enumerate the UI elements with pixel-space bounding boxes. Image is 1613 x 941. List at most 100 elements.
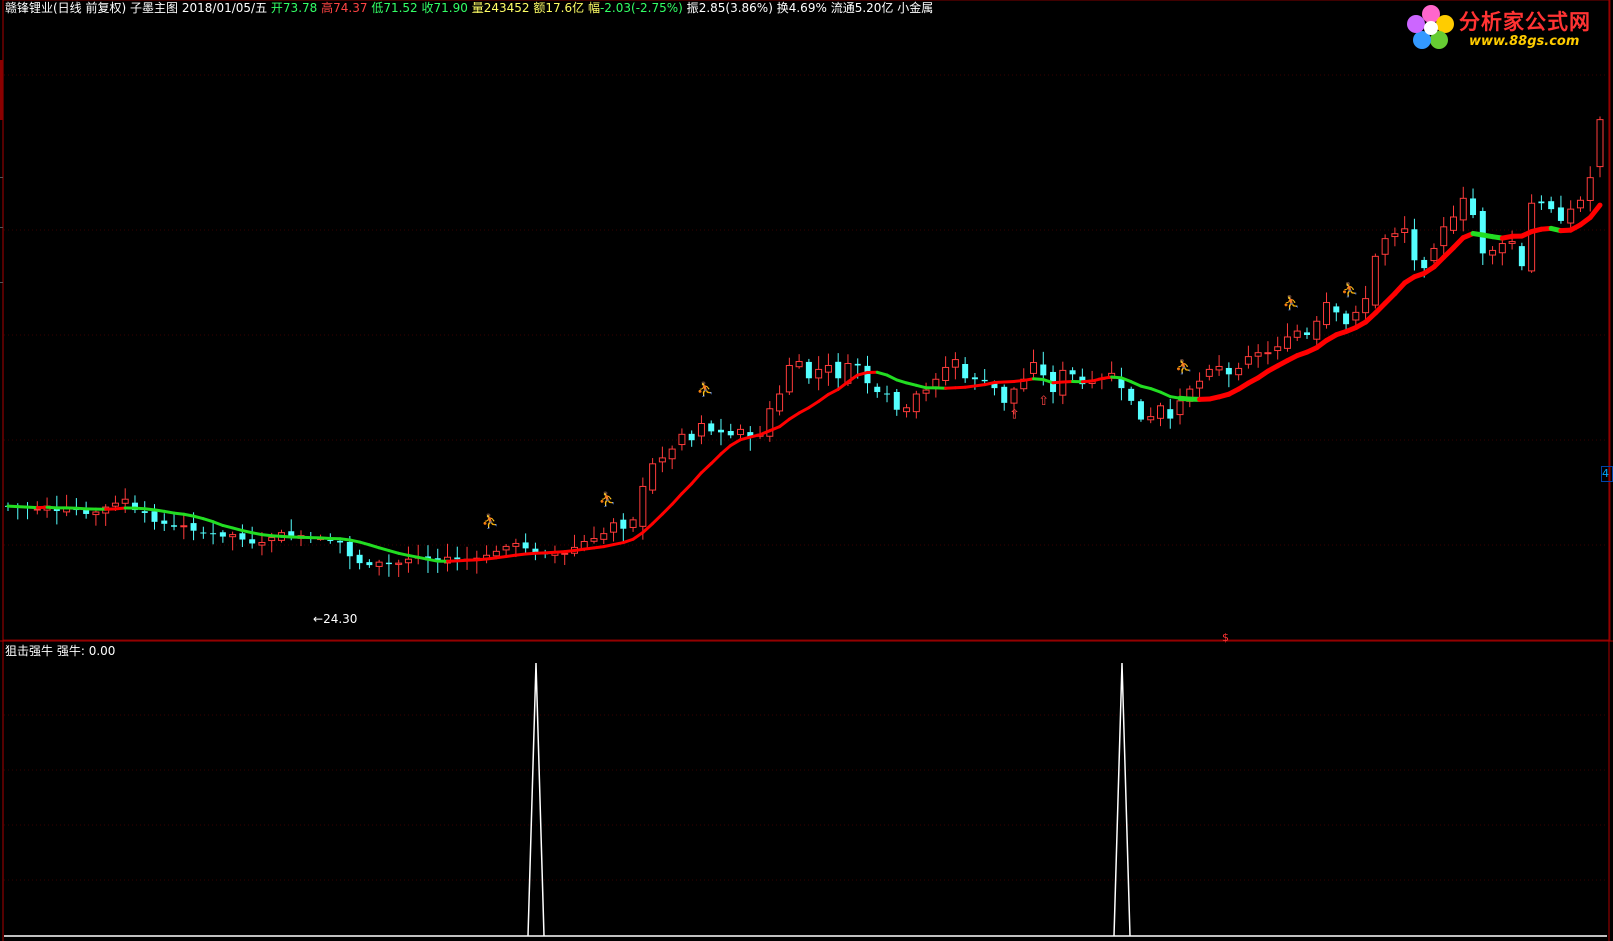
candle-body — [1557, 207, 1564, 221]
axis-tick — [0, 177, 3, 178]
candle-body — [776, 393, 784, 412]
candle-body — [1586, 177, 1594, 201]
candle-body — [1421, 259, 1428, 269]
trend-line-segment — [660, 502, 674, 516]
candle-body — [942, 366, 950, 381]
candle-body — [1069, 370, 1076, 375]
high-value: 74.37 — [333, 1, 368, 15]
candle-body — [1196, 380, 1204, 389]
float-label: 流通 — [830, 1, 855, 15]
candle-body — [454, 557, 461, 560]
trend-line-segment — [201, 517, 215, 524]
buy-arrow-icon: ⇧ — [1038, 394, 1049, 409]
candle-body — [1323, 302, 1331, 326]
trend-line-segment — [739, 435, 752, 442]
candle-body — [805, 361, 812, 379]
candle-body — [590, 538, 598, 542]
trend-line-segment — [807, 399, 821, 410]
candle-body — [1167, 409, 1174, 419]
trend-line-segment — [719, 443, 733, 456]
candle-body — [258, 541, 266, 546]
candle-body — [1156, 405, 1164, 419]
candle-body — [1567, 208, 1575, 224]
candle-body — [1040, 364, 1047, 376]
candle-body — [249, 539, 256, 544]
close-label: 收 — [421, 1, 434, 15]
candle-body — [1001, 386, 1008, 403]
candle-body — [1401, 228, 1409, 234]
candle-body — [1576, 199, 1584, 209]
candle-body — [1528, 202, 1536, 272]
candle-body — [522, 542, 529, 549]
candle-body — [375, 561, 383, 567]
trend-line-segment — [651, 512, 664, 526]
main-chart-name: 子墨主图 — [130, 1, 179, 15]
trend-line-segment — [709, 452, 723, 466]
trend-line-segment — [836, 380, 850, 391]
candle-body — [33, 508, 41, 511]
candle-body — [903, 407, 911, 413]
trend-line-segment — [826, 387, 840, 396]
candle-body — [239, 533, 246, 540]
low-price-marker: ←24.30 — [313, 612, 357, 626]
sector-label: 小金属 — [897, 1, 934, 15]
low-value: 71.52 — [383, 1, 418, 15]
candle-body — [629, 519, 637, 528]
trend-line-segment — [680, 482, 694, 496]
candle-body — [1518, 246, 1525, 267]
candle-body — [121, 498, 129, 504]
candle-body — [356, 554, 363, 564]
trend-line-segment — [778, 417, 791, 429]
candle-body — [1470, 198, 1477, 216]
candle-body — [151, 511, 158, 522]
candle-body — [815, 368, 823, 379]
candle-body — [824, 364, 832, 373]
candle-body — [1440, 226, 1448, 247]
candle-body — [1235, 367, 1243, 376]
candle-body — [893, 391, 900, 410]
candle-body — [639, 485, 647, 527]
candle-body — [111, 502, 119, 507]
candle-body — [610, 522, 618, 533]
candle-body — [395, 562, 403, 565]
runner-signal-icon: ⛹ — [696, 380, 713, 398]
candle-body — [981, 379, 988, 382]
trend-line-segment — [1158, 390, 1172, 399]
high-label: 高 — [321, 1, 334, 15]
candle-body — [1352, 311, 1360, 321]
candle-body — [912, 393, 920, 413]
candle-body — [717, 429, 724, 433]
candle-body — [1010, 388, 1018, 404]
candle-body — [346, 541, 353, 557]
logo-url: www.88gs.com — [1469, 34, 1580, 49]
candle-body — [210, 533, 217, 535]
change-label: 幅 — [587, 1, 600, 15]
trend-line-segment — [1587, 202, 1603, 220]
candle-body — [737, 428, 745, 436]
candle-body — [922, 389, 930, 394]
indicator-value: 0.00 — [88, 644, 116, 658]
candle-body — [366, 562, 373, 566]
candle-body — [1430, 247, 1438, 262]
flower-icon — [1407, 5, 1454, 49]
candle-body — [932, 378, 940, 388]
candle-body — [502, 545, 510, 551]
chart-canvas: ⛹ ⛹ ⛹ ⛹ ⛹ ⛹ ⇧ ⇧ — [0, 0, 1613, 941]
axis-tick — [0, 282, 3, 283]
amplitude-value: 2.85(3.86%) — [698, 1, 773, 15]
trend-line-segment — [983, 380, 996, 387]
candle-body — [1333, 306, 1340, 313]
trend-line-segment — [875, 370, 889, 377]
candle-body — [561, 552, 569, 555]
candle-body — [180, 525, 188, 528]
runner-signal-icon: ⛹ — [482, 512, 499, 530]
trend-line-segment — [1139, 384, 1153, 391]
trend-line-segment — [621, 537, 635, 545]
trend-line-segment — [797, 406, 811, 415]
runner-signal-icon: ⛹ — [1175, 357, 1192, 375]
candle-body — [492, 550, 500, 557]
volume-label: 量 — [471, 1, 484, 15]
candle-body — [785, 364, 793, 393]
candle-body — [1176, 400, 1184, 416]
trend-line-segment — [240, 529, 254, 535]
